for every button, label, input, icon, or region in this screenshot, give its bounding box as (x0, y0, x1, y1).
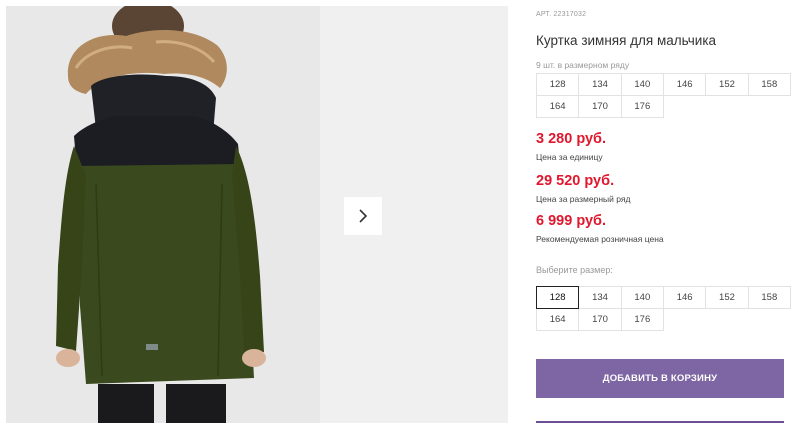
size-option[interactable]: 134 (578, 286, 622, 309)
size-option-selected[interactable]: 128 (536, 286, 580, 309)
size-row-cell: 134 (578, 73, 622, 96)
size-option[interactable]: 152 (705, 286, 749, 309)
product-gallery (0, 0, 508, 423)
size-option[interactable]: 146 (662, 286, 707, 309)
size-option[interactable]: 164 (536, 308, 580, 331)
size-row-grid: 128 134 140 146 152 158 164 170 176 (536, 73, 791, 118)
size-selector: 128 134 140 146 152 158 164 170 176 (536, 286, 791, 331)
price-unit: 3 280 руб. (536, 131, 607, 147)
size-row-cell: 164 (536, 95, 580, 118)
size-row-cell: 176 (620, 95, 664, 118)
size-row-info: 9 шт. в размерном ряду (536, 60, 630, 70)
size-row-cell: 170 (578, 95, 622, 118)
size-option[interactable]: 170 (578, 308, 622, 331)
price-retail-note: Рекомендуемая розничная цена (536, 234, 664, 244)
size-option[interactable]: 140 (620, 286, 664, 309)
size-option[interactable]: 176 (620, 308, 664, 331)
chevron-right-icon (359, 209, 368, 223)
product-title: Куртка зимняя для мальчика (536, 33, 717, 48)
price-unit-note: Цена за единицу (536, 152, 603, 162)
size-row-cell: 128 (536, 73, 580, 96)
price-size-row-note: Цена за размерный ряд (536, 194, 631, 204)
size-row-cell: 140 (620, 73, 664, 96)
choose-size-label: Выберите размер: (536, 265, 613, 275)
product-photo (6, 6, 320, 423)
next-photo-button[interactable] (344, 197, 382, 235)
size-row-cell: 158 (747, 73, 791, 96)
product-sku: АРТ. 22317032 (536, 11, 587, 18)
size-row-cell: 146 (662, 73, 707, 96)
add-to-cart-button[interactable]: ДОБАВИТЬ В КОРЗИНУ (536, 359, 784, 398)
jacket-photo-illustration (6, 6, 320, 423)
price-retail: 6 999 руб. (536, 213, 607, 229)
size-option[interactable]: 158 (747, 286, 791, 309)
size-row-cell: 152 (705, 73, 749, 96)
price-size-row: 29 520 руб. (536, 173, 615, 189)
